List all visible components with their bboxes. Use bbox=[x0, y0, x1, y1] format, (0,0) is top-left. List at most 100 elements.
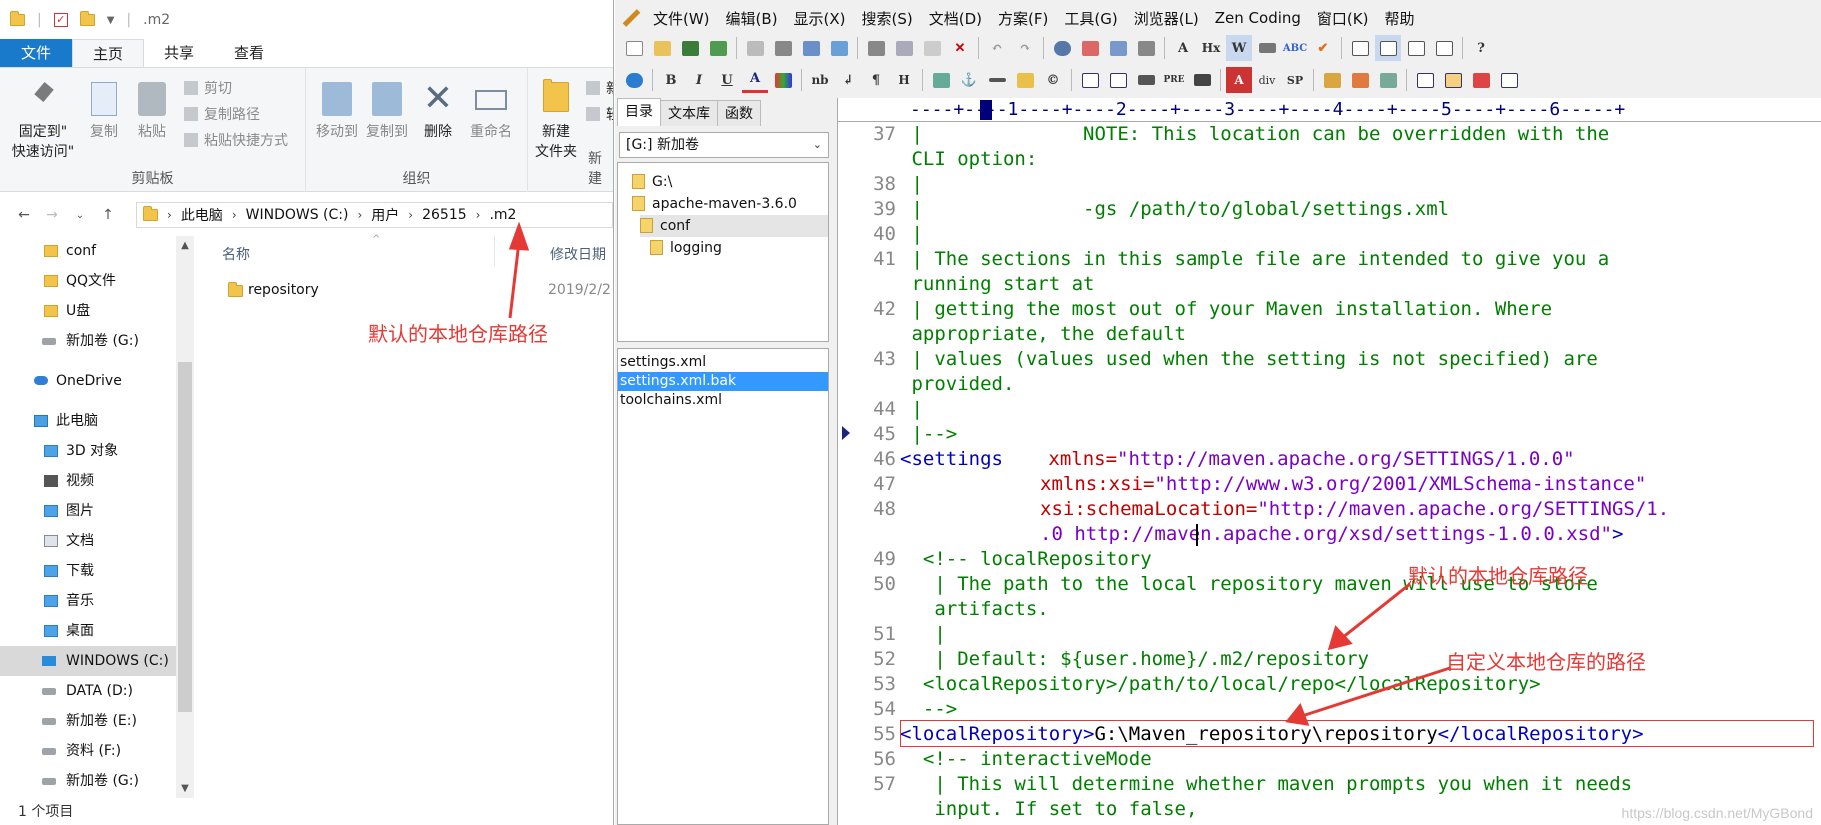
new-file-icon[interactable] bbox=[621, 35, 647, 61]
nav-item-udisk[interactable]: U盘 bbox=[0, 296, 176, 326]
tab-directory[interactable]: 目录 bbox=[617, 98, 661, 126]
paste-shortcut-button[interactable]: 粘贴快捷方式 bbox=[184, 130, 288, 150]
tab-home[interactable]: 主页 bbox=[72, 39, 145, 67]
menu-file[interactable]: 文件(W) bbox=[645, 8, 718, 29]
menu-view[interactable]: 显示(X) bbox=[786, 8, 854, 29]
edit-icon[interactable] bbox=[1319, 67, 1345, 93]
nav-item-f-drive[interactable]: 资料 (F:) bbox=[0, 736, 176, 766]
anchor-icon[interactable]: ⚓ bbox=[956, 67, 982, 93]
copy-path-button[interactable]: 复制路径 bbox=[184, 104, 260, 124]
nav-item-desktop[interactable]: 桌面 bbox=[0, 616, 176, 646]
frameset-icon[interactable] bbox=[1440, 67, 1466, 93]
new-folder-icon[interactable] bbox=[79, 11, 95, 26]
paragraph-icon[interactable]: ¶ bbox=[863, 67, 889, 93]
paste-icon[interactable] bbox=[919, 35, 945, 61]
color-picker-icon[interactable] bbox=[770, 67, 796, 93]
list-icon[interactable] bbox=[1133, 67, 1159, 93]
forward-button[interactable]: → bbox=[38, 207, 66, 223]
tab-cliptext[interactable]: 文本库 bbox=[660, 100, 718, 126]
new-item-button[interactable]: 新 bbox=[586, 78, 613, 98]
pre-icon[interactable]: PRE bbox=[1161, 67, 1187, 93]
breadcrumb-users[interactable]: 用户 bbox=[371, 205, 399, 225]
recent-dropdown-icon[interactable]: ⌄ bbox=[66, 210, 94, 221]
browser-globe-icon[interactable] bbox=[621, 67, 647, 93]
nav-item-d-drive[interactable]: DATA (D:) bbox=[0, 676, 176, 706]
ordered-list-icon[interactable] bbox=[1189, 67, 1215, 93]
frame-icon[interactable] bbox=[1412, 67, 1438, 93]
tree-node-maven[interactable]: apache-maven-3.6.0 bbox=[632, 193, 797, 215]
cut-button[interactable]: 剪切 bbox=[184, 78, 232, 98]
line-break-icon[interactable]: ↲ bbox=[835, 67, 861, 93]
tab-file[interactable]: 文件 bbox=[0, 39, 72, 67]
copy-button[interactable]: 复制 bbox=[84, 82, 124, 142]
tab-share[interactable]: 共享 bbox=[144, 39, 214, 67]
hr-icon[interactable] bbox=[984, 67, 1010, 93]
sp-icon[interactable]: SP bbox=[1282, 67, 1308, 93]
scroll-thumb[interactable] bbox=[178, 362, 192, 712]
nav-item-c-drive[interactable]: WINDOWS (C:) bbox=[0, 646, 176, 676]
copy-icon[interactable] bbox=[891, 35, 917, 61]
font-icon[interactable]: A bbox=[1170, 35, 1196, 61]
rename-button[interactable]: 重命名 bbox=[466, 82, 516, 142]
underline-icon[interactable]: U bbox=[714, 67, 740, 93]
nav-item-documents[interactable]: 文档 bbox=[0, 526, 176, 556]
sync-icon[interactable] bbox=[826, 35, 852, 61]
redo-icon[interactable]: ↷ bbox=[1012, 35, 1038, 61]
nav-item-this-pc[interactable]: 此电脑 bbox=[0, 406, 176, 436]
new-folder-button[interactable]: 新建 文件夹 bbox=[528, 79, 584, 162]
nav-item-downloads[interactable]: 下载 bbox=[0, 556, 176, 586]
column-name[interactable]: 名称 bbox=[222, 244, 250, 264]
menu-window[interactable]: 窗口(K) bbox=[1309, 8, 1377, 29]
style-icon[interactable] bbox=[1468, 67, 1494, 93]
list-item[interactable]: settings.xml.bak bbox=[618, 372, 828, 391]
drive-select[interactable]: [G:] 新加卷 ⌄ bbox=[619, 132, 829, 158]
indent-icon[interactable] bbox=[1133, 35, 1159, 61]
nav-item-videos[interactable]: 视频 bbox=[0, 466, 176, 496]
a-tag-icon[interactable]: A bbox=[1226, 67, 1252, 93]
code-editor[interactable]: ----+----1----+----2----+----3----+----4… bbox=[837, 98, 1821, 825]
form-icon[interactable] bbox=[1105, 67, 1131, 93]
tree-node-logging[interactable]: logging bbox=[650, 237, 722, 259]
layout-icon[interactable] bbox=[1496, 67, 1522, 93]
nav-item-qq[interactable]: QQ文件 bbox=[0, 266, 176, 296]
font-color-icon[interactable]: A bbox=[742, 67, 768, 93]
print-icon[interactable] bbox=[770, 35, 796, 61]
menu-browser[interactable]: 浏览器(L) bbox=[1126, 8, 1207, 29]
panel-icon[interactable] bbox=[1347, 35, 1373, 61]
undo-icon[interactable]: ↶ bbox=[984, 35, 1010, 61]
tab-view[interactable]: 查看 bbox=[214, 39, 284, 67]
scroll-up-icon[interactable]: ▲ bbox=[176, 240, 194, 251]
nbsp-icon[interactable]: nb bbox=[807, 67, 833, 93]
copy-to-button[interactable]: 复制到 bbox=[362, 82, 412, 142]
nav-item-3d[interactable]: 3D 对象 bbox=[0, 436, 176, 466]
hex-icon[interactable]: Hx bbox=[1198, 35, 1224, 61]
move-to-button[interactable]: 移动到 bbox=[312, 82, 362, 142]
nav-item-g-drive[interactable]: 新加卷 (G:) bbox=[0, 766, 176, 796]
menu-tools[interactable]: 工具(G) bbox=[1056, 8, 1125, 29]
breadcrumb-this-pc[interactable]: 此电脑 bbox=[181, 205, 223, 225]
find-in-files-icon[interactable] bbox=[1105, 35, 1131, 61]
nav-item-pictures[interactable]: 图片 bbox=[0, 496, 176, 526]
menu-help[interactable]: 帮助 bbox=[1376, 8, 1422, 29]
help-icon[interactable]: ? bbox=[1468, 35, 1494, 61]
properties-icon[interactable]: ✓ bbox=[53, 13, 68, 27]
pin-quick-access-button[interactable]: 固定到" 快速访问" bbox=[6, 82, 80, 162]
fullscreen-icon[interactable] bbox=[1431, 35, 1457, 61]
spellcheck-icon[interactable] bbox=[798, 35, 824, 61]
tools-icon[interactable] bbox=[1375, 67, 1401, 93]
nav-item-e-drive[interactable]: 新加卷 (E:) bbox=[0, 706, 176, 736]
open-icon[interactable] bbox=[649, 35, 675, 61]
sidebar-icon[interactable] bbox=[1375, 35, 1401, 61]
line-numbers-icon[interactable] bbox=[1254, 35, 1280, 61]
menu-edit[interactable]: 编辑(B) bbox=[718, 8, 786, 29]
back-button[interactable]: ← bbox=[10, 207, 38, 223]
tab-functions[interactable]: 函数 bbox=[717, 100, 761, 126]
list-item[interactable]: repository 2019/2/2 bbox=[196, 278, 613, 304]
nav-item-onedrive[interactable]: OneDrive bbox=[0, 366, 176, 396]
nav-item-g-drive-pinned[interactable]: 新加卷 (G:) bbox=[0, 326, 176, 356]
menu-zen-coding[interactable]: Zen Coding bbox=[1207, 9, 1309, 27]
breadcrumb-user[interactable]: 26515 bbox=[422, 207, 467, 223]
up-button[interactable]: ↑ bbox=[94, 207, 122, 223]
heading-icon[interactable]: H bbox=[891, 67, 917, 93]
easy-access-button[interactable]: 轻 bbox=[586, 104, 613, 124]
